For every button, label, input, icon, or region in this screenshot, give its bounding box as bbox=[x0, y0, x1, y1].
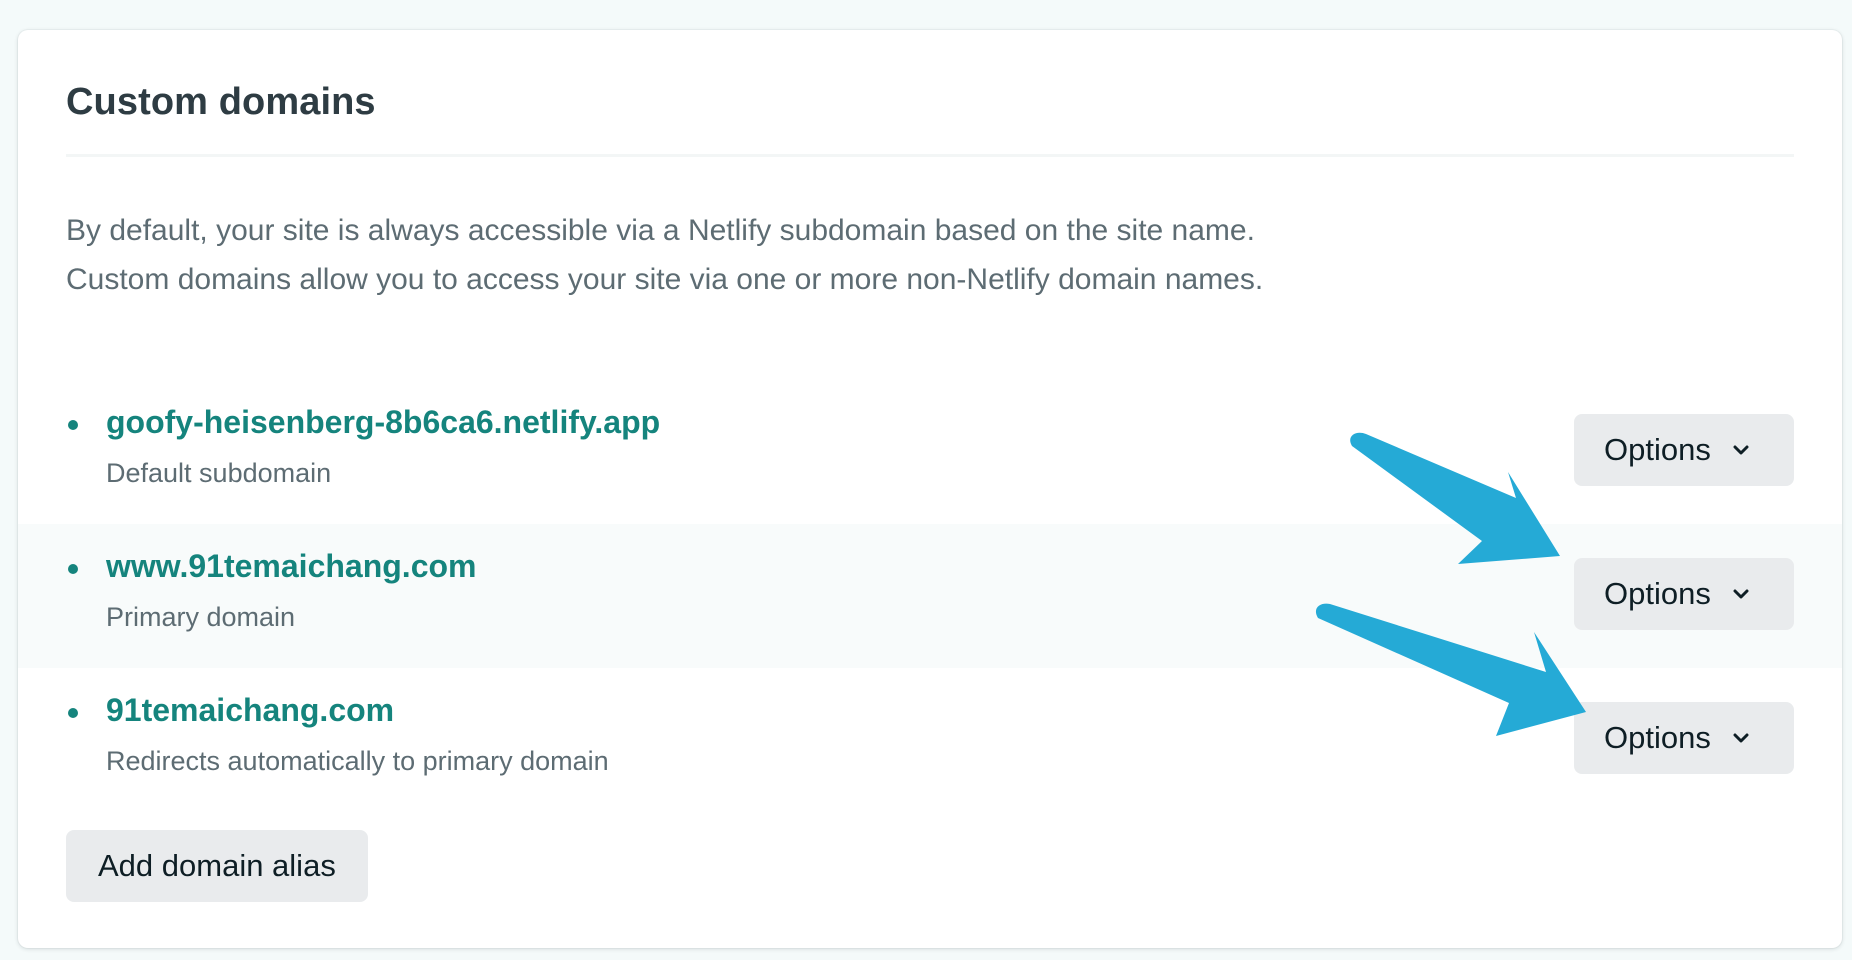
domain-subtitle: Default subdomain bbox=[106, 458, 332, 488]
title-divider bbox=[66, 154, 1794, 157]
description-line-1: By default, your site is always accessib… bbox=[66, 214, 1255, 247]
options-button-label: Options bbox=[1604, 576, 1711, 611]
domain-row-default-subdomain: goofy-heisenberg-8b6ca6.netlify.app Defa… bbox=[18, 380, 1842, 524]
chevron-down-icon bbox=[1733, 589, 1749, 599]
domain-subtitle: Redirects automatically to primary domai… bbox=[106, 746, 609, 776]
options-button[interactable]: Options bbox=[1574, 702, 1794, 774]
custom-domains-card: Custom domains By default, your site is … bbox=[18, 30, 1842, 948]
add-domain-alias-button[interactable]: Add domain alias bbox=[66, 830, 368, 902]
domain-list: goofy-heisenberg-8b6ca6.netlify.app Defa… bbox=[18, 380, 1842, 812]
domain-row-primary-domain: www.91temaichang.com Primary domain Opti… bbox=[18, 524, 1842, 668]
options-button[interactable]: Options bbox=[1574, 414, 1794, 486]
options-button[interactable]: Options bbox=[1574, 558, 1794, 630]
options-button-label: Options bbox=[1604, 720, 1711, 755]
chevron-down-icon bbox=[1733, 445, 1749, 455]
domain-row-redirect-domain: 91temaichang.com Redirects automatically… bbox=[18, 668, 1842, 812]
page-title: Custom domains bbox=[66, 81, 376, 123]
bullet-dot-icon bbox=[68, 708, 78, 718]
bullet-dot-icon bbox=[68, 420, 78, 430]
section-description: By default, your site is always accessib… bbox=[66, 206, 1766, 304]
chevron-down-icon bbox=[1733, 733, 1749, 743]
options-button-label: Options bbox=[1604, 432, 1711, 467]
domain-link[interactable]: goofy-heisenberg-8b6ca6.netlify.app bbox=[106, 402, 660, 444]
description-line-2: Custom domains allow you to access your … bbox=[66, 263, 1264, 296]
domain-link[interactable]: 91temaichang.com bbox=[106, 690, 394, 732]
bullet-dot-icon bbox=[68, 564, 78, 574]
domain-link[interactable]: www.91temaichang.com bbox=[106, 546, 476, 588]
domain-subtitle: Primary domain bbox=[106, 602, 296, 632]
